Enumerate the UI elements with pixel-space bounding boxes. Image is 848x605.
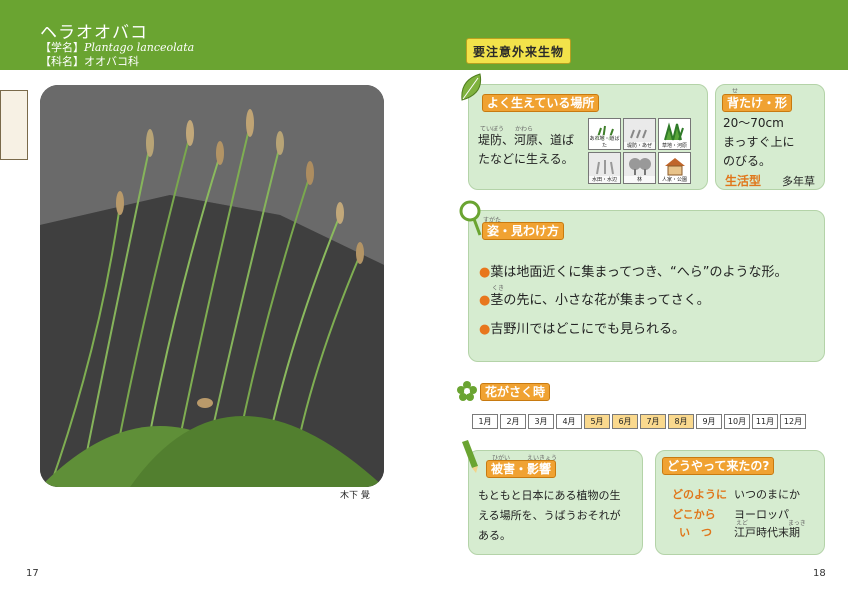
damage-title: 被害・影響 (486, 460, 557, 478)
habitat-title: よく生えている場所 (482, 94, 600, 112)
lifeform-label: 生活型 (725, 174, 762, 188)
height-line-2: まっすぐ上に (723, 135, 795, 149)
bullet-dot-icon: ● (479, 265, 491, 280)
bullet-dot-icon: ● (479, 322, 491, 337)
month-cell: 7月 (640, 414, 666, 429)
habitat-cell-grassland: 草地・河原 (658, 118, 691, 150)
page-number-right: 18 (813, 568, 826, 579)
habitat-cell-label: 水田・水辺 (589, 176, 620, 183)
photo-credit: 木下 覺 (340, 491, 370, 501)
habitat-cell-paddy: 水田・水辺 (588, 152, 621, 184)
feature-bullet-1: ●葉は地面近くに集まってつき、“へら”のような形。 (479, 265, 788, 280)
family-name: オオバコ科 (84, 55, 139, 68)
habitat-cell-forest: 林 (623, 152, 656, 184)
meadow-icon (664, 122, 684, 141)
feature-bullet-2: ●茎の先に、小さな花が集まってさく。 (479, 293, 710, 308)
habitat-text-line-2: たなどに生える。 (478, 152, 574, 166)
bullet-dot-icon: ● (479, 293, 491, 308)
height-line-1: 20〜70cm (723, 116, 784, 130)
rice-icon (596, 160, 614, 175)
bloom-title: 花がさく時 (480, 383, 551, 401)
family-label: 【科名】 (40, 55, 84, 68)
tree-icon (629, 158, 651, 175)
origin-how-label: どのように (672, 488, 727, 501)
habitat-cell-label: 堤防・あぜ (624, 142, 655, 149)
damage-line-3: ある。 (478, 529, 511, 542)
month-cell: 9月 (696, 414, 722, 429)
feature-bullet-3: ●吉野川ではどこにでも見られる。 (479, 322, 685, 337)
month-cell: 5月 (584, 414, 610, 429)
origin-how-value: いつのまにか (734, 488, 800, 501)
habitat-text-line-1: 堤防、河原、道ば (478, 133, 575, 147)
lifeform-value: 多年草 (782, 175, 815, 188)
grass-icon (630, 129, 647, 139)
pencil-icon (462, 440, 478, 473)
leaf-icon (461, 73, 482, 101)
page-title: ヘラオオバコ (40, 23, 148, 43)
species-info: 【学名】Plantago lanceolata 【科名】オオバコ科 (40, 41, 194, 69)
month-cell: 2月 (500, 414, 526, 429)
flower-icon (457, 381, 477, 401)
side-tab (0, 90, 28, 160)
damage-line-2: える場所を、うばうおそれが (478, 509, 621, 522)
habitat-grid: あれ地・道ばた 堤防・あぜ 草地・河原 水田・水辺 林 人家・公園 (588, 118, 692, 185)
damage-line-1: もともと日本にある植物の生 (478, 489, 621, 502)
page-number-left: 17 (26, 568, 39, 579)
habitat-cell-embankment: 堤防・あぜ (623, 118, 656, 150)
scientific-name-label: 【学名】 (40, 41, 84, 54)
month-cell: 8月 (668, 414, 694, 429)
height-line-3: のびる。 (723, 154, 772, 168)
damage-text: もともと日本にある植物の生 える場所を、うばうおそれが ある。 (478, 486, 621, 546)
origin-when-label: い つ (679, 526, 712, 539)
habitat-cell-label: 人家・公園 (659, 176, 690, 183)
height-title: 背たけ・形 (722, 94, 793, 112)
habitat-cell-label: あれ地・道ばた (589, 135, 620, 149)
habitat-cell-residential: 人家・公園 (658, 152, 691, 184)
height-text: 20〜70cm まっすぐ上に のびる。 (723, 114, 795, 171)
origin-title: どうやって来たの? (662, 457, 775, 475)
habitat-cell-label: 草地・河原 (659, 142, 690, 149)
habitat-text: 堤防、河原、道ば たなどに生える。 (478, 131, 574, 169)
month-cell: 6月 (612, 414, 638, 429)
month-cell: 3月 (528, 414, 554, 429)
month-cell: 11月 (752, 414, 778, 429)
features-title: 姿・見わけ方 (482, 222, 565, 240)
month-cell: 10月 (724, 414, 750, 429)
habitat-cell-label: 林 (624, 176, 655, 183)
house-icon (665, 158, 685, 176)
month-cell: 1月 (472, 414, 498, 429)
month-cell: 12月 (780, 414, 806, 429)
habitat-cell-wasteland: あれ地・道ばた (588, 118, 621, 150)
origin-from-label: どこから (672, 508, 716, 521)
invasive-badge: 要注意外来生物 (466, 38, 571, 64)
origin-when-value: 江戸時代末期 (734, 526, 800, 539)
month-cell: 4月 (556, 414, 582, 429)
plant-photo (40, 85, 384, 487)
bloom-months: 1月 2月 3月 4月 5月 6月 7月 8月 9月 10月 11月 12月 (472, 414, 806, 429)
scientific-name: Plantago lanceolata (84, 41, 195, 54)
